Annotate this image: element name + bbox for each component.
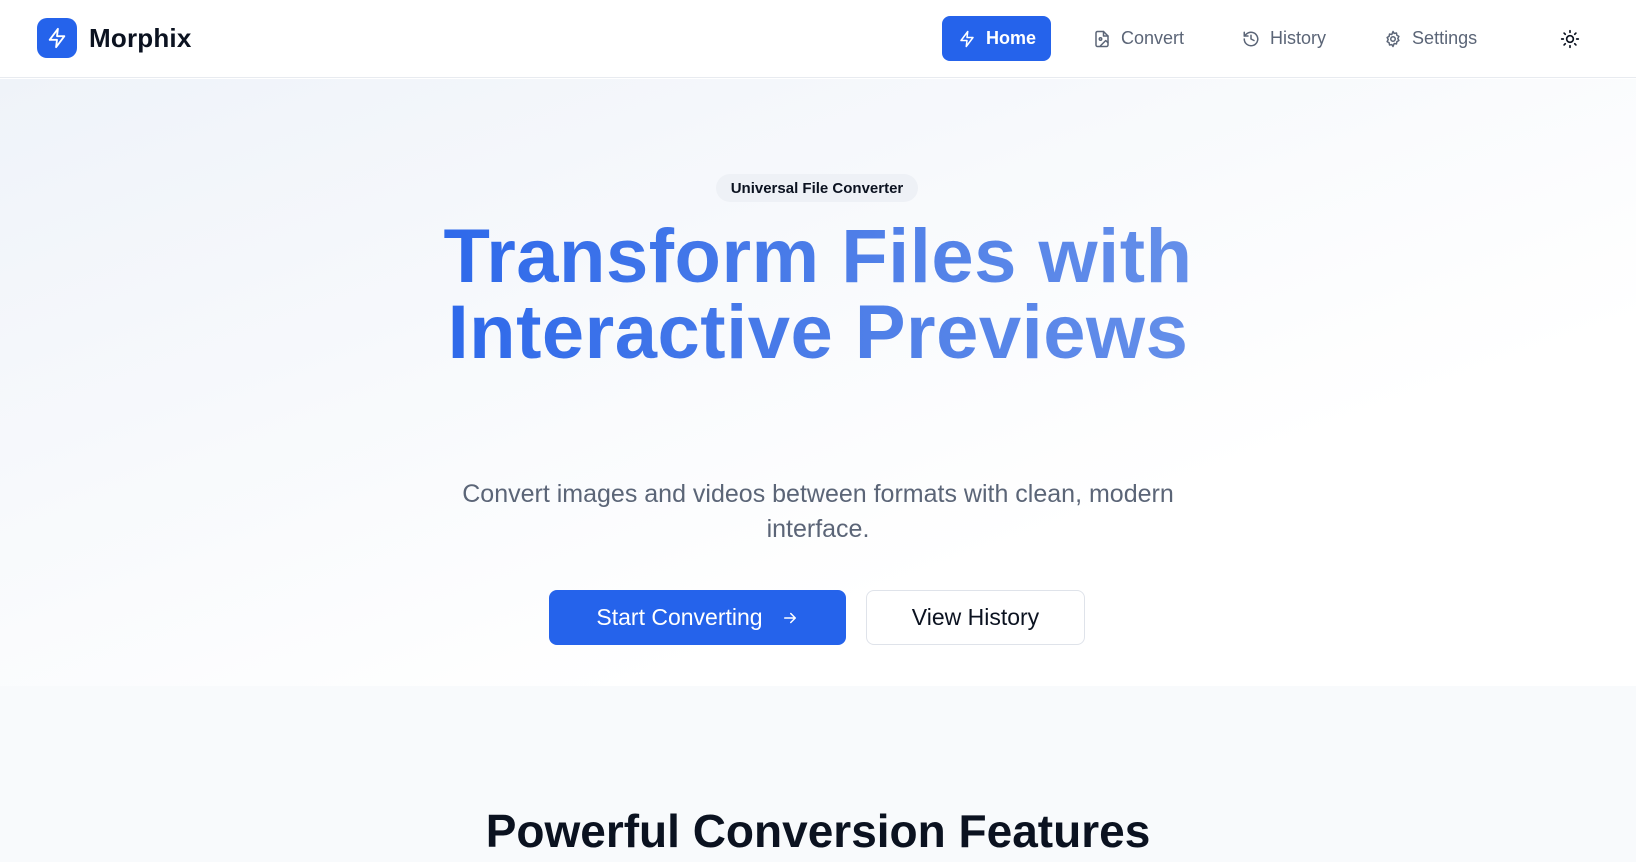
file-image-icon bbox=[1095, 30, 1109, 47]
nav-item-label: Convert bbox=[1121, 28, 1185, 48]
start-converting-label: Start Converting bbox=[596, 604, 763, 630]
arrow-right-icon bbox=[783, 612, 796, 623]
sun-icon bbox=[1560, 29, 1580, 49]
brand-name: Morphix bbox=[89, 22, 192, 53]
lightning-icon bbox=[48, 27, 66, 49]
view-history-button[interactable]: View History bbox=[866, 590, 1085, 645]
nav-item-label: History bbox=[1270, 28, 1327, 48]
lightning-icon bbox=[960, 30, 974, 47]
hero-subtitle: Convert images and videos between format… bbox=[462, 480, 1174, 543]
nav-item-settings[interactable]: Settings bbox=[1368, 16, 1493, 61]
hero-title: Transform Files with Interactive Preview… bbox=[318, 219, 1318, 371]
nav-item-label: Settings bbox=[1412, 28, 1478, 48]
top-navbar: Morphix Home Convert History Settings bbox=[0, 0, 1636, 78]
features-title: Powerful Conversion Features bbox=[485, 805, 1151, 857]
gear-icon bbox=[1386, 30, 1400, 47]
theme-toggle-button[interactable] bbox=[1557, 26, 1583, 52]
hero-title-line1: Transform Files with bbox=[443, 214, 1193, 299]
hero-title-line2: Interactive Previews bbox=[447, 290, 1189, 375]
hero-section: Universal File Converter Transform Files… bbox=[0, 79, 1636, 686]
features-section: Powerful Conversion Features bbox=[0, 686, 1636, 862]
nav-item-home[interactable]: Home bbox=[942, 16, 1051, 61]
start-converting-button[interactable]: Start Converting bbox=[549, 590, 846, 645]
nav-item-history[interactable]: History bbox=[1226, 16, 1342, 61]
hero-badge: Universal File Converter bbox=[716, 174, 918, 202]
view-history-label: View History bbox=[911, 604, 1040, 630]
nav-item-convert[interactable]: Convert bbox=[1077, 16, 1200, 61]
brand[interactable]: Morphix bbox=[37, 18, 192, 58]
brand-logo bbox=[37, 18, 77, 58]
nav-item-label: Home bbox=[986, 28, 1037, 48]
main-nav: Home Convert History Settings bbox=[942, 16, 1519, 61]
history-icon bbox=[1243, 31, 1259, 46]
